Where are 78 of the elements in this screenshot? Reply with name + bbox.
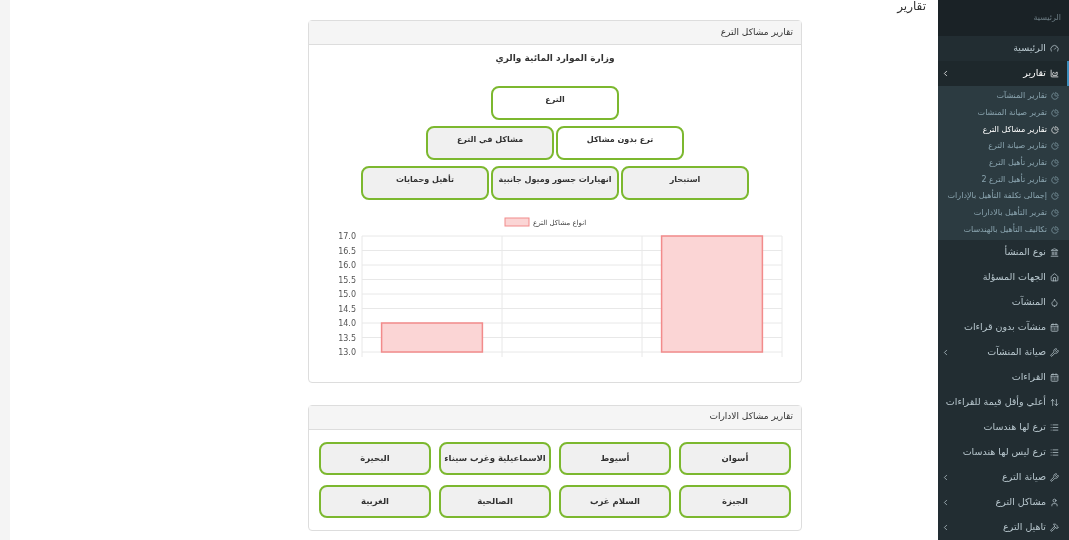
axis-label: 16.0 bbox=[338, 260, 356, 270]
panel-header: تقارير مشاكل الادارات bbox=[309, 405, 801, 430]
pie-icon bbox=[1051, 92, 1059, 101]
sidebar-item[interactable]: مشاكل الترع bbox=[938, 490, 1069, 515]
tools-icon bbox=[1050, 348, 1059, 357]
department-button[interactable]: أسوان bbox=[679, 441, 791, 475]
gauge-icon bbox=[1050, 43, 1059, 53]
department-button[interactable]: أسيوط bbox=[559, 441, 671, 475]
axis-label: 17.0 bbox=[338, 231, 356, 241]
org-node[interactable]: تأهيل وحمايات bbox=[361, 165, 489, 200]
department-button[interactable]: البحيرة bbox=[319, 441, 431, 475]
chevron-icon bbox=[941, 498, 950, 507]
sidebar-item[interactable]: الجهات المسؤلة bbox=[938, 265, 1069, 290]
axis-label: 15.5 bbox=[338, 275, 356, 284]
tools-icon bbox=[1050, 473, 1059, 482]
submenu-item[interactable]: تقرير التأهيل بالادارات bbox=[938, 204, 1069, 222]
submenu-item[interactable]: تقارير تأهيل الترع 2 bbox=[938, 171, 1069, 188]
org-node[interactable]: استبحار bbox=[621, 165, 749, 200]
pie-icon bbox=[1051, 158, 1059, 167]
axis-label: 14.0 bbox=[338, 318, 356, 328]
org-node[interactable]: مشاكل في الترع bbox=[426, 125, 554, 160]
pie-icon bbox=[1051, 142, 1059, 151]
sidebar-item[interactable]: القراءات bbox=[938, 365, 1069, 390]
submenu-item[interactable]: تقارير المنشآت bbox=[938, 87, 1069, 105]
sidebar-item[interactable]: تقارير bbox=[938, 60, 1069, 86]
pie-icon bbox=[1051, 175, 1059, 184]
chevron-icon bbox=[941, 523, 950, 532]
org-node[interactable]: انهيارات جسور وميول جانبية bbox=[491, 165, 619, 200]
pie-icon bbox=[1051, 208, 1059, 217]
submenu-item[interactable]: تقرير صيانة المنشات bbox=[938, 104, 1069, 122]
calendar-icon bbox=[1050, 323, 1059, 332]
sidebar-item[interactable]: صيانة الترع bbox=[938, 465, 1069, 490]
sort-icon bbox=[1050, 398, 1059, 407]
home-icon bbox=[1050, 273, 1059, 282]
sidebar-header: الرئيسية bbox=[938, 0, 1069, 36]
sidebar-item[interactable]: نوع المنشأ bbox=[938, 240, 1069, 265]
pie-icon bbox=[1051, 108, 1059, 117]
submenu-item[interactable]: تقارير صيانة الترع bbox=[938, 137, 1069, 155]
panel-header: تقارير مشاكل الترع bbox=[309, 21, 801, 45]
axis-label: 16.5 bbox=[338, 246, 356, 255]
department-button[interactable]: السلام غرب bbox=[559, 484, 671, 518]
chevron-icon bbox=[941, 68, 950, 78]
org-node[interactable]: ترع بدون مشاكل bbox=[556, 125, 684, 160]
org-title: وزارة الموارد المائية والري bbox=[495, 52, 615, 66]
list-icon bbox=[1050, 448, 1059, 457]
sidebar-item[interactable]: ترع لها هندسات bbox=[938, 415, 1069, 440]
list-icon bbox=[1050, 423, 1059, 432]
department-button[interactable]: الجيزة bbox=[679, 484, 791, 518]
user-icon bbox=[1050, 498, 1059, 507]
chevron-icon bbox=[941, 473, 950, 482]
sidebar-item[interactable]: منشآت بدون قراءات bbox=[938, 315, 1069, 340]
department-button[interactable]: الصالحية bbox=[439, 484, 551, 518]
sidebar-item[interactable]: صيانة المنشآت bbox=[938, 340, 1069, 365]
hammer-icon bbox=[1050, 523, 1059, 532]
submenu-item[interactable]: تكاليف التأهيل بالهندسات bbox=[938, 221, 1069, 238]
drop-icon bbox=[1050, 298, 1059, 307]
pie-icon bbox=[1051, 225, 1059, 234]
axis-label: 14.5 bbox=[338, 304, 356, 313]
org-node[interactable]: الترع bbox=[491, 85, 619, 120]
submenu-item[interactable]: تقارير مشاكل الترع bbox=[938, 121, 1069, 138]
sidebar-item[interactable]: تاهيل الترع bbox=[938, 515, 1069, 540]
sidebar-item[interactable]: الرئيسية bbox=[938, 35, 1069, 61]
axis-label: 13.0 bbox=[338, 347, 356, 357]
department-button[interactable]: الغربية bbox=[319, 484, 431, 518]
calendar-icon bbox=[1050, 373, 1059, 382]
submenu-item[interactable]: تقارير تأهيل الترع bbox=[938, 154, 1069, 172]
chart-icon bbox=[1050, 68, 1059, 78]
axis-label: 13.5 bbox=[338, 333, 356, 342]
chevron-icon bbox=[941, 348, 950, 357]
axis-label: 15.0 bbox=[338, 289, 356, 299]
submenu-item[interactable]: إجمالى تكلفة التأهيل بالإدارات bbox=[938, 187, 1069, 205]
sidebar-item[interactable]: المنشآت bbox=[938, 290, 1069, 315]
department-button[interactable]: الاسماعيلية وغرب سيناء bbox=[439, 441, 551, 475]
page-title: تقارير bbox=[895, 0, 927, 15]
sidebar-item[interactable]: ترع ليس لها هندسات bbox=[938, 440, 1069, 465]
sidebar-item[interactable]: أعلي وأقل قيمة للقراءات bbox=[938, 390, 1069, 415]
pie-icon bbox=[1051, 125, 1059, 134]
pie-icon bbox=[1051, 192, 1059, 201]
